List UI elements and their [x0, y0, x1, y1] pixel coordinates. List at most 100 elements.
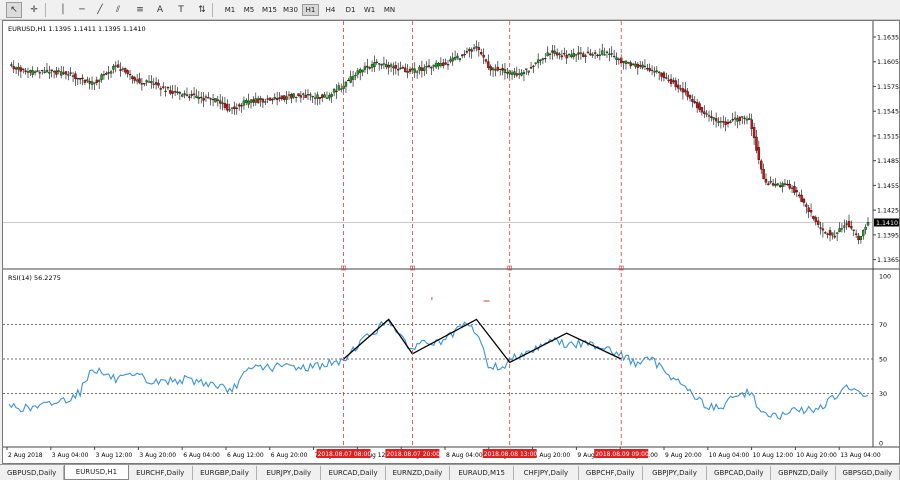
candle [358, 67, 362, 81]
candle-body-bear [760, 160, 763, 170]
candle [242, 96, 246, 110]
timeframe-m15[interactable]: M15 [260, 4, 279, 16]
candle [472, 43, 476, 52]
candle-body-bull [553, 50, 556, 54]
candle-body-bull [254, 98, 257, 103]
candle [494, 64, 497, 77]
fibonacci-tool[interactable]: ≡ [132, 2, 148, 18]
timeframe-w1[interactable]: W1 [361, 4, 378, 16]
candle [190, 90, 193, 99]
vertical-line-tool[interactable]: │ [55, 2, 71, 18]
timeframe-mn[interactable]: MN [381, 4, 398, 16]
candle [444, 58, 447, 66]
candle [204, 94, 208, 102]
candle [218, 94, 222, 110]
candle-body-bull [558, 53, 561, 55]
chart-header: EURUSD,H1 1.1395 1.1411 1.1395 1.1410 [8, 25, 146, 33]
chart-tab[interactable]: GBPUSD,Daily [0, 466, 65, 480]
candle-body-bull [657, 71, 661, 74]
candle-body-bull [185, 94, 189, 97]
candle-body-bear [306, 94, 310, 96]
chart-window[interactable]: EURUSD,H1 1.1395 1.1411 1.1395 1.1410 RSI… [2, 20, 900, 464]
candle-body-bear [484, 59, 488, 62]
candle-body-bear [850, 226, 853, 229]
chart-tab[interactable]: GBPJPY,Daily [643, 466, 708, 480]
candle [726, 119, 730, 128]
candle [24, 67, 27, 75]
chart-tab[interactable]: EURJPY,Daily [257, 466, 322, 480]
candle-body-bear [74, 73, 77, 80]
candle [824, 231, 827, 235]
time-tick-label: 8 Aug 04:00 [446, 452, 483, 459]
arrows-tool[interactable]: ⇅ [194, 2, 210, 18]
candle-body-bull [294, 96, 298, 99]
timeframe-m30[interactable]: M30 [281, 4, 300, 16]
candle-body-bear [192, 93, 196, 95]
candle [349, 70, 352, 84]
candle [337, 82, 341, 91]
candle-body-bear [852, 229, 855, 231]
candle-body-bear [691, 99, 694, 102]
crosshair-tool[interactable]: ✛ [26, 2, 42, 18]
candle [230, 107, 234, 114]
candle [126, 69, 129, 78]
vertical-line-date-label: 2018.08.07 08:00 [318, 451, 372, 458]
candle-body-bear [755, 136, 758, 151]
candle-body-bear [211, 98, 215, 101]
time-tick-label: 3 Aug 04:00 [52, 452, 89, 459]
candle [48, 65, 51, 79]
candle [33, 70, 37, 76]
channel-tool[interactable]: ⫽ [110, 2, 126, 18]
chart-tab[interactable]: GBPCAD,Daily [707, 466, 772, 480]
price-chart[interactable]: EURUSD,H1 1.1395 1.1411 1.1395 1.1410 RSI… [3, 21, 899, 463]
candle-body-bear [271, 99, 274, 101]
timeframe-m1[interactable]: M1 [222, 4, 238, 16]
cursor-tool[interactable]: ↖ [6, 2, 22, 18]
candle-body-bull [264, 101, 267, 103]
chart-tab[interactable]: EURGBP,Daily [193, 466, 258, 480]
candle-body-bull [840, 228, 844, 230]
candle [741, 116, 744, 125]
timeframe-h4[interactable]: H4 [322, 4, 339, 16]
text-tool[interactable]: A [152, 2, 168, 18]
candle [631, 62, 635, 66]
candle-body-bear [38, 72, 42, 74]
chart-tab[interactable]: EURAUD,M15 [450, 466, 515, 480]
chart-tab[interactable]: EURUSD,H1 [64, 465, 129, 480]
candle [271, 97, 274, 105]
candle [790, 184, 794, 193]
text-label-tool[interactable]: T [173, 2, 189, 18]
trendline-tool[interactable]: ╱ [92, 2, 108, 18]
candle [197, 90, 201, 104]
horizontal-line-tool[interactable]: ─ [74, 2, 90, 18]
candle [624, 60, 628, 70]
chart-tab[interactable]: GBPSGD,Daily [836, 466, 900, 480]
candle [107, 65, 110, 80]
candle [669, 74, 673, 87]
candle [387, 61, 390, 75]
chart-tab[interactable]: GBPNZD,Daily [771, 466, 836, 480]
candle [209, 97, 212, 106]
candle [150, 75, 153, 89]
candle-body-bear [83, 79, 87, 83]
candle [660, 72, 663, 82]
candle [532, 64, 535, 74]
candle [211, 93, 215, 107]
timeframe-h1[interactable]: H1 [302, 4, 319, 16]
candle-body-bull [145, 80, 148, 83]
chart-tab[interactable]: EURCHF,Daily [129, 466, 193, 480]
candle [477, 42, 481, 57]
timeframe-d1[interactable]: D1 [342, 4, 359, 16]
chart-tab[interactable]: CHFJPY,Daily [514, 466, 579, 480]
candle [302, 92, 305, 100]
candle [608, 48, 611, 62]
chart-tab[interactable]: EURNZD,Daily [386, 466, 450, 480]
timeframe-m5[interactable]: M5 [241, 4, 257, 16]
candle [321, 93, 324, 103]
candle-body-bull [591, 54, 594, 56]
candle-body-bear [638, 65, 642, 67]
chart-tab[interactable]: EURCAD,Daily [321, 466, 386, 480]
candle [833, 230, 836, 239]
chart-tab[interactable]: GBPCHF,Daily [579, 466, 643, 480]
candle [593, 49, 597, 59]
